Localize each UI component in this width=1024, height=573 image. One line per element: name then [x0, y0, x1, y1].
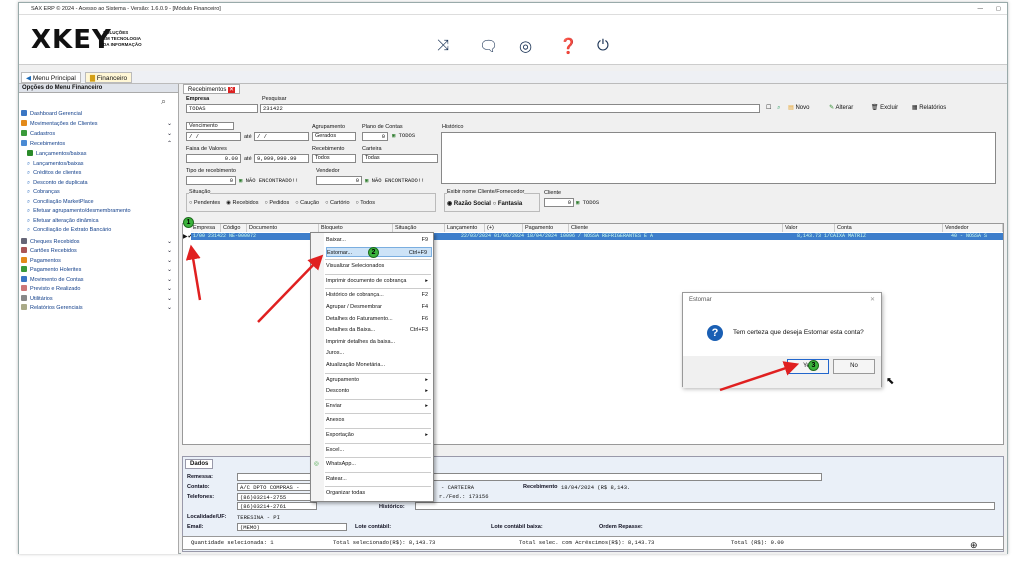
mouse-cursor-icon: ⬉ [886, 376, 895, 387]
annotation-arrows [185, 244, 800, 392]
zoom-cursor-icon: ⊕ [970, 540, 978, 550]
arrow-3 [719, 361, 800, 392]
arrow-1 [185, 244, 202, 301]
arrow-2 [257, 254, 324, 323]
